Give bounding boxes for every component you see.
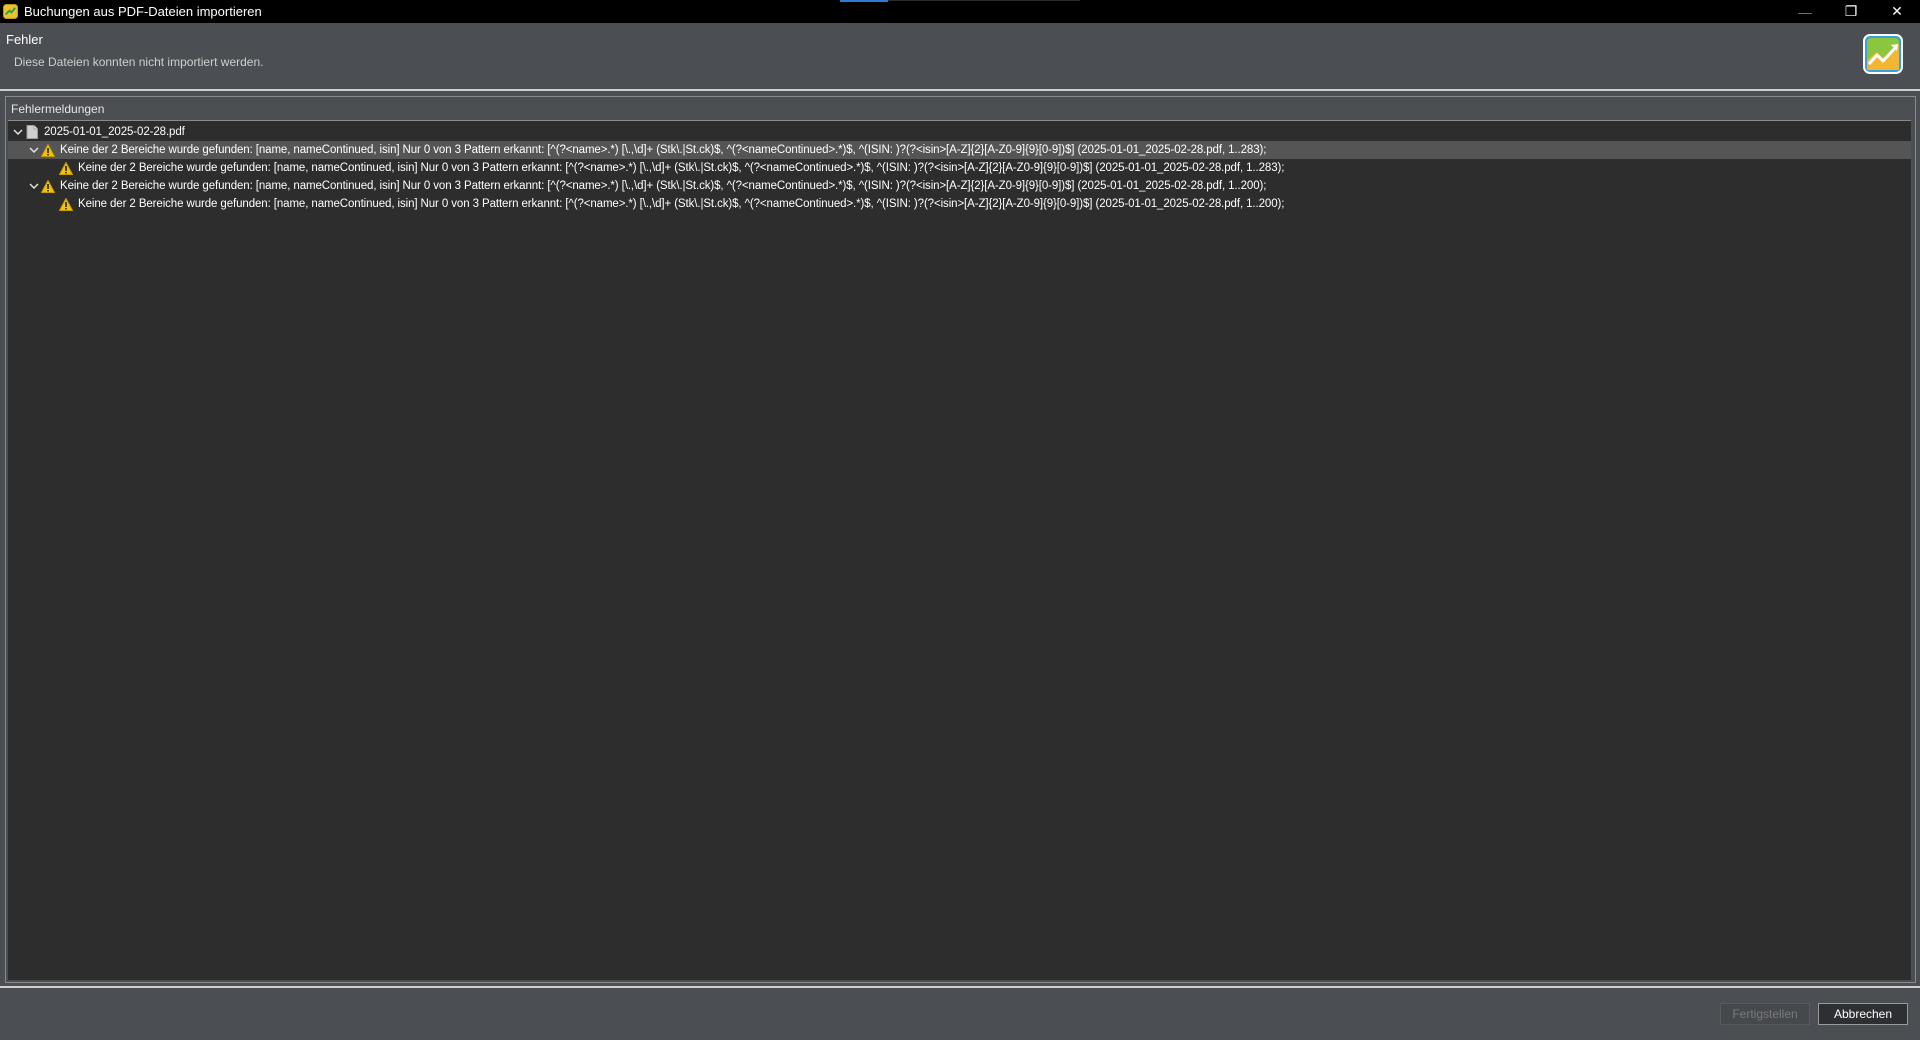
tree-row-warning[interactable]: Keine der 2 Bereiche wurde gefunden: [na… (8, 177, 1911, 195)
close-button[interactable]: ✕ (1874, 0, 1920, 23)
minimize-button[interactable]: — (1782, 0, 1828, 23)
header-separator (0, 89, 1920, 91)
taskbar-shade (888, 0, 1080, 1)
tree-row-label: Keine der 2 Bereiche wurde gefunden: [na… (60, 144, 1267, 156)
dialog-footer: Fertigstellen Abbrechen (0, 988, 1920, 1040)
title-bar: Buchungen aus PDF-Dateien importieren — … (0, 0, 1920, 23)
restore-button[interactable]: ❐ (1828, 0, 1874, 23)
error-messages-group: Fehlermeldungen 2025-01-01_2025-02-28.pd… (5, 96, 1916, 983)
warning-icon (59, 197, 73, 211)
chevron-down-icon[interactable] (27, 141, 41, 159)
header-title: Fehler (6, 32, 43, 47)
error-tree[interactable]: 2025-01-01_2025-02-28.pdf Keine der 2 Be… (8, 120, 1911, 980)
cancel-button[interactable]: Abbrechen (1818, 1003, 1908, 1025)
tree-row-label: Keine der 2 Bereiche wurde gefunden: [na… (60, 180, 1267, 192)
group-legend: Fehlermeldungen (11, 102, 105, 116)
window-title: Buchungen aus PDF-Dateien importieren (24, 4, 262, 19)
tree-row-warning-detail[interactable]: Keine der 2 Bereiche wurde gefunden: [na… (8, 195, 1911, 213)
tree-row-label: Keine der 2 Bereiche wurde gefunden: [na… (78, 162, 1285, 174)
window-controls: — ❐ ✕ (1782, 0, 1920, 23)
warning-icon (41, 179, 55, 193)
tree-row-label: 2025-01-01_2025-02-28.pdf (44, 126, 185, 138)
warning-icon (59, 161, 73, 175)
tree-row-warning-detail[interactable]: Keine der 2 Bereiche wurde gefunden: [na… (8, 159, 1911, 177)
dialog-header: Fehler Diese Dateien konnten nicht impor… (0, 23, 1920, 89)
finish-button[interactable]: Fertigstellen (1720, 1003, 1810, 1025)
taskbar-accent (840, 0, 888, 2)
import-dialog-window: Buchungen aus PDF-Dateien importieren — … (0, 0, 1920, 1040)
warning-icon (41, 143, 55, 157)
tree-row-warning[interactable]: Keine der 2 Bereiche wurde gefunden: [na… (8, 141, 1911, 159)
portfolio-performance-logo-icon (1863, 34, 1903, 74)
header-description: Diese Dateien konnten nicht importiert w… (14, 55, 264, 69)
app-icon (3, 4, 18, 19)
chevron-down-icon[interactable] (11, 123, 25, 141)
tree-row-file[interactable]: 2025-01-01_2025-02-28.pdf (8, 123, 1911, 141)
tree-row-label: Keine der 2 Bereiche wurde gefunden: [na… (78, 198, 1285, 210)
file-icon (25, 125, 39, 139)
chevron-down-icon[interactable] (27, 177, 41, 195)
